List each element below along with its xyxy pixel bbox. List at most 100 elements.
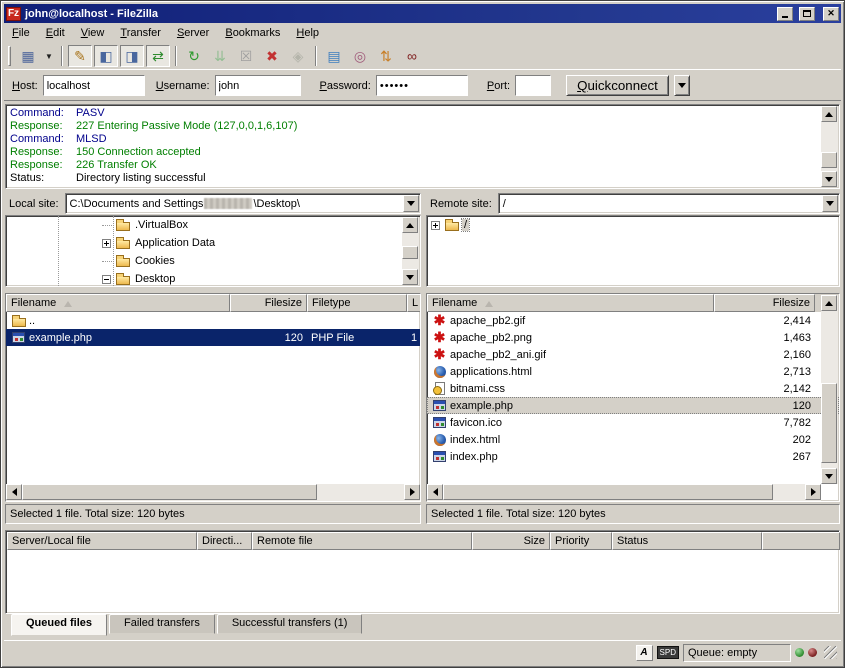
- tab-failed-transfers[interactable]: Failed transfers: [109, 614, 215, 634]
- remote-scroll-up[interactable]: [821, 295, 837, 311]
- remote-hscrollbar[interactable]: [427, 484, 821, 501]
- queue-col-priority[interactable]: Priority: [550, 532, 612, 550]
- local-col-filetype[interactable]: Filetype: [307, 294, 407, 312]
- toggle-remote-tree-icon: ◨: [125, 48, 138, 65]
- minimize-icon: [782, 16, 788, 18]
- tree-expander-plus[interactable]: [102, 239, 111, 248]
- data-type-icon[interactable]: A: [636, 645, 653, 661]
- tree-expander-plus[interactable]: [431, 221, 440, 230]
- menu-item-edit[interactable]: Edit: [38, 25, 73, 41]
- local-site-combo[interactable]: C:\Documents and Settings\Desktop\: [65, 193, 421, 214]
- tree-item--[interactable]: /: [427, 216, 839, 234]
- resize-grip[interactable]: [824, 646, 837, 659]
- speed-limits-icon[interactable]: SPD: [657, 646, 679, 659]
- local-tree-scroll-down[interactable]: [402, 269, 418, 285]
- sync-browsing-button[interactable]: ⇅: [374, 45, 398, 67]
- file-row[interactable]: index.html202: [427, 431, 839, 448]
- file-row[interactable]: ✱apache_pb2_ani.gif2,160: [427, 346, 839, 363]
- menu-item-transfer[interactable]: Transfer: [112, 25, 169, 41]
- local-hscrollbar[interactable]: [6, 484, 420, 501]
- tree-item-cookies[interactable]: Cookies: [6, 252, 420, 270]
- toggle-remote-tree-button[interactable]: ◨: [120, 45, 144, 67]
- maximize-button[interactable]: [799, 7, 815, 21]
- local-tree-scroll-thumb[interactable]: [402, 246, 418, 259]
- host-input[interactable]: [44, 76, 144, 95]
- file-row[interactable]: ✱apache_pb2.png1,463: [427, 329, 839, 346]
- remote-scroll-right[interactable]: [805, 484, 821, 500]
- local-tree-scrollbar[interactable]: [402, 217, 419, 285]
- compare-icon: ◎: [354, 48, 366, 65]
- remote-scroll-down[interactable]: [821, 468, 837, 484]
- queue-col-size[interactable]: Size: [472, 532, 550, 550]
- file-row[interactable]: example.php120: [427, 397, 839, 414]
- remote-vscrollbar[interactable]: [821, 295, 838, 484]
- tab-queued-files[interactable]: Queued files: [11, 614, 107, 636]
- tree-expander-minus[interactable]: [102, 275, 111, 284]
- file-row[interactable]: ..: [6, 312, 420, 329]
- queue-col-remote-file[interactable]: Remote file: [252, 532, 472, 550]
- remote-col-filesize[interactable]: Filesize: [714, 294, 815, 312]
- log-scroll-up[interactable]: [821, 106, 837, 122]
- remote-col-filename[interactable]: Filename: [427, 294, 714, 312]
- disconnect-button[interactable]: ✖: [260, 45, 284, 67]
- site-manager-dropdown-button[interactable]: ▼: [42, 45, 56, 67]
- local-hscroll-thumb[interactable]: [22, 484, 317, 500]
- toggle-local-tree-button[interactable]: ◧: [94, 45, 118, 67]
- compare-button[interactable]: ◎: [348, 45, 372, 67]
- tree-item-application-data[interactable]: Application Data: [6, 234, 420, 252]
- filter-button[interactable]: ▤: [322, 45, 346, 67]
- file-row[interactable]: applications.html2,713: [427, 363, 839, 380]
- local-col-filesize[interactable]: Filesize: [230, 294, 307, 312]
- toolbar-grip[interactable]: [8, 46, 11, 66]
- queue-col-status[interactable]: Status: [612, 532, 762, 550]
- remote-site-dropdown[interactable]: [822, 195, 838, 212]
- log-scrollbar[interactable]: [821, 106, 838, 187]
- remote-hscroll-thumb[interactable]: [443, 484, 773, 500]
- file-name-cell: bitnami.css: [427, 382, 714, 396]
- titlebar[interactable]: Fz john@localhost - FileZilla ✕: [4, 4, 841, 23]
- remote-site-combo[interactable]: /: [498, 193, 840, 214]
- menu-item-view[interactable]: View: [73, 25, 113, 41]
- queue-col-directi-[interactable]: Directi...: [197, 532, 252, 550]
- file-row[interactable]: ✱apache_pb2.gif2,414: [427, 312, 839, 329]
- find-button[interactable]: ∞: [400, 45, 424, 67]
- php-icon: [431, 416, 448, 430]
- toggle-queue-button[interactable]: ⇄: [146, 45, 170, 67]
- menu-item-file[interactable]: File: [4, 25, 38, 41]
- tree-item-desktop[interactable]: Desktop: [6, 270, 420, 287]
- remote-vscroll-thumb[interactable]: [821, 383, 837, 463]
- queue-col-blank[interactable]: [762, 532, 840, 550]
- file-row[interactable]: favicon.ico7,782: [427, 414, 839, 431]
- local-scroll-right[interactable]: [404, 484, 420, 500]
- port-input[interactable]: [516, 76, 550, 95]
- local-scroll-left[interactable]: [6, 484, 22, 500]
- minimize-button[interactable]: [777, 7, 793, 21]
- log-message: PASV: [76, 107, 105, 120]
- tab-successful-transfers-1-[interactable]: Successful transfers (1): [217, 614, 363, 634]
- local-site-dropdown[interactable]: [403, 195, 419, 212]
- file-row[interactable]: index.php267: [427, 448, 839, 465]
- site-manager-button[interactable]: ▦: [16, 45, 40, 67]
- local-tree-scroll-up[interactable]: [402, 217, 418, 233]
- close-button[interactable]: ✕: [823, 7, 839, 21]
- log-scroll-down[interactable]: [821, 171, 837, 187]
- username-input[interactable]: [216, 76, 300, 95]
- local-site-label: Local site:: [5, 198, 65, 210]
- quickconnect-button[interactable]: Quickconnect: [566, 75, 669, 96]
- log-scroll-thumb[interactable]: [821, 152, 837, 168]
- password-input[interactable]: [377, 76, 467, 95]
- toggle-message-log-button[interactable]: ✎: [68, 45, 92, 67]
- queue-col-server-local-file[interactable]: Server/Local file: [7, 532, 197, 550]
- menu-item-help[interactable]: Help: [288, 25, 327, 41]
- queue-status-text: Queue: empty: [683, 644, 791, 662]
- menu-item-bookmarks[interactable]: Bookmarks: [217, 25, 288, 41]
- file-row[interactable]: bitnami.css2,142: [427, 380, 839, 397]
- refresh-button[interactable]: ↻: [182, 45, 206, 67]
- file-row[interactable]: example.php120PHP File1: [6, 329, 420, 346]
- menu-item-server[interactable]: Server: [169, 25, 217, 41]
- tree-item--virtualbox[interactable]: .VirtualBox: [6, 216, 420, 234]
- local-col-filename[interactable]: Filename: [6, 294, 230, 312]
- quickconnect-dropdown[interactable]: [674, 75, 690, 96]
- remote-scroll-left[interactable]: [427, 484, 443, 500]
- local-col-l[interactable]: L: [407, 294, 421, 312]
